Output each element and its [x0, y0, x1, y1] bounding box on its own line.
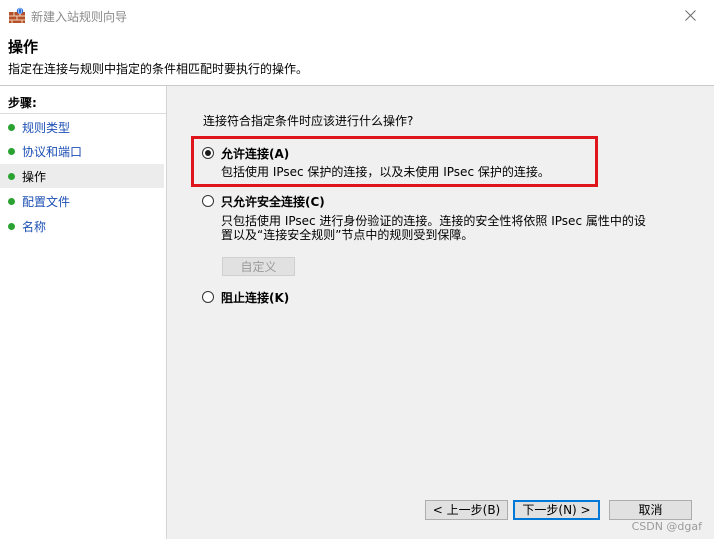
steps-heading-divider [0, 113, 166, 114]
wizard-window: 新建入站规则向导 操作 指定在连接与规则中指定的条件相匹配时要执行的操作。 步骤… [0, 0, 714, 539]
allow-connection-label[interactable]: 允许连接(A) [221, 145, 289, 162]
step-label: 名称 [22, 220, 47, 234]
main-content: 连接符合指定条件时应该进行什么操作? 允许连接(A) 包括使用 IPsec 保护… [167, 86, 714, 539]
allow-secure-connection-radio[interactable] [202, 195, 214, 207]
allow-secure-connection-description-line2: 置以及“连接安全规则”节点中的规则受到保障。 [221, 228, 474, 242]
step-label: 配置文件 [22, 195, 71, 209]
allow-secure-connection-description-line1: 只包括使用 IPsec 进行身份验证的连接。连接的安全性将依照 IPsec 属性… [221, 214, 646, 228]
window-title: 新建入站规则向导 [31, 10, 128, 24]
step-profile[interactable]: 配置文件 [0, 189, 164, 213]
green-dot-icon [8, 148, 15, 155]
step-action[interactable]: 操作 [0, 164, 164, 188]
back-button[interactable]: < 上一步(B) [425, 500, 508, 520]
next-button[interactable]: 下一步(N) > [513, 500, 600, 520]
step-name[interactable]: 名称 [0, 214, 164, 238]
action-question: 连接符合指定条件时应该进行什么操作? [203, 114, 414, 128]
green-dot-icon [8, 173, 15, 180]
step-label: 操作 [22, 170, 47, 184]
green-dot-icon [8, 124, 15, 131]
step-label: 规则类型 [22, 121, 71, 135]
close-icon [685, 10, 696, 21]
firewall-wall-icon [8, 7, 26, 24]
block-connection-radio[interactable] [202, 291, 214, 303]
step-protocol-and-ports[interactable]: 协议和端口 [0, 139, 164, 163]
customize-button[interactable]: 自定义 [222, 257, 295, 276]
steps-panel: 步骤: 规则类型 协议和端口 操作 配置文件 名称 [0, 86, 166, 539]
close-button[interactable] [668, 0, 714, 31]
title-bar: 新建入站规则向导 [0, 0, 714, 31]
watermark: CSDN @dgaf [631, 520, 702, 533]
block-connection-label[interactable]: 阻止连接(K) [221, 289, 289, 306]
steps-heading: 步骤: [8, 96, 37, 110]
step-rule-type[interactable]: 规则类型 [0, 115, 164, 139]
green-dot-icon [8, 223, 15, 230]
allow-secure-connection-label[interactable]: 只允许安全连接(C) [221, 193, 325, 210]
page-title: 操作 [8, 38, 39, 56]
allow-connection-radio[interactable] [202, 147, 214, 159]
green-dot-icon [8, 198, 15, 205]
allow-connection-description: 包括使用 IPsec 保护的连接，以及未使用 IPsec 保护的连接。 [221, 165, 550, 179]
wizard-header: 操作 指定在连接与规则中指定的条件相匹配时要执行的操作。 [0, 31, 714, 83]
cancel-button[interactable]: 取消 [609, 500, 692, 520]
step-label: 协议和端口 [22, 145, 83, 159]
page-subtitle: 指定在连接与规则中指定的条件相匹配时要执行的操作。 [8, 62, 309, 76]
